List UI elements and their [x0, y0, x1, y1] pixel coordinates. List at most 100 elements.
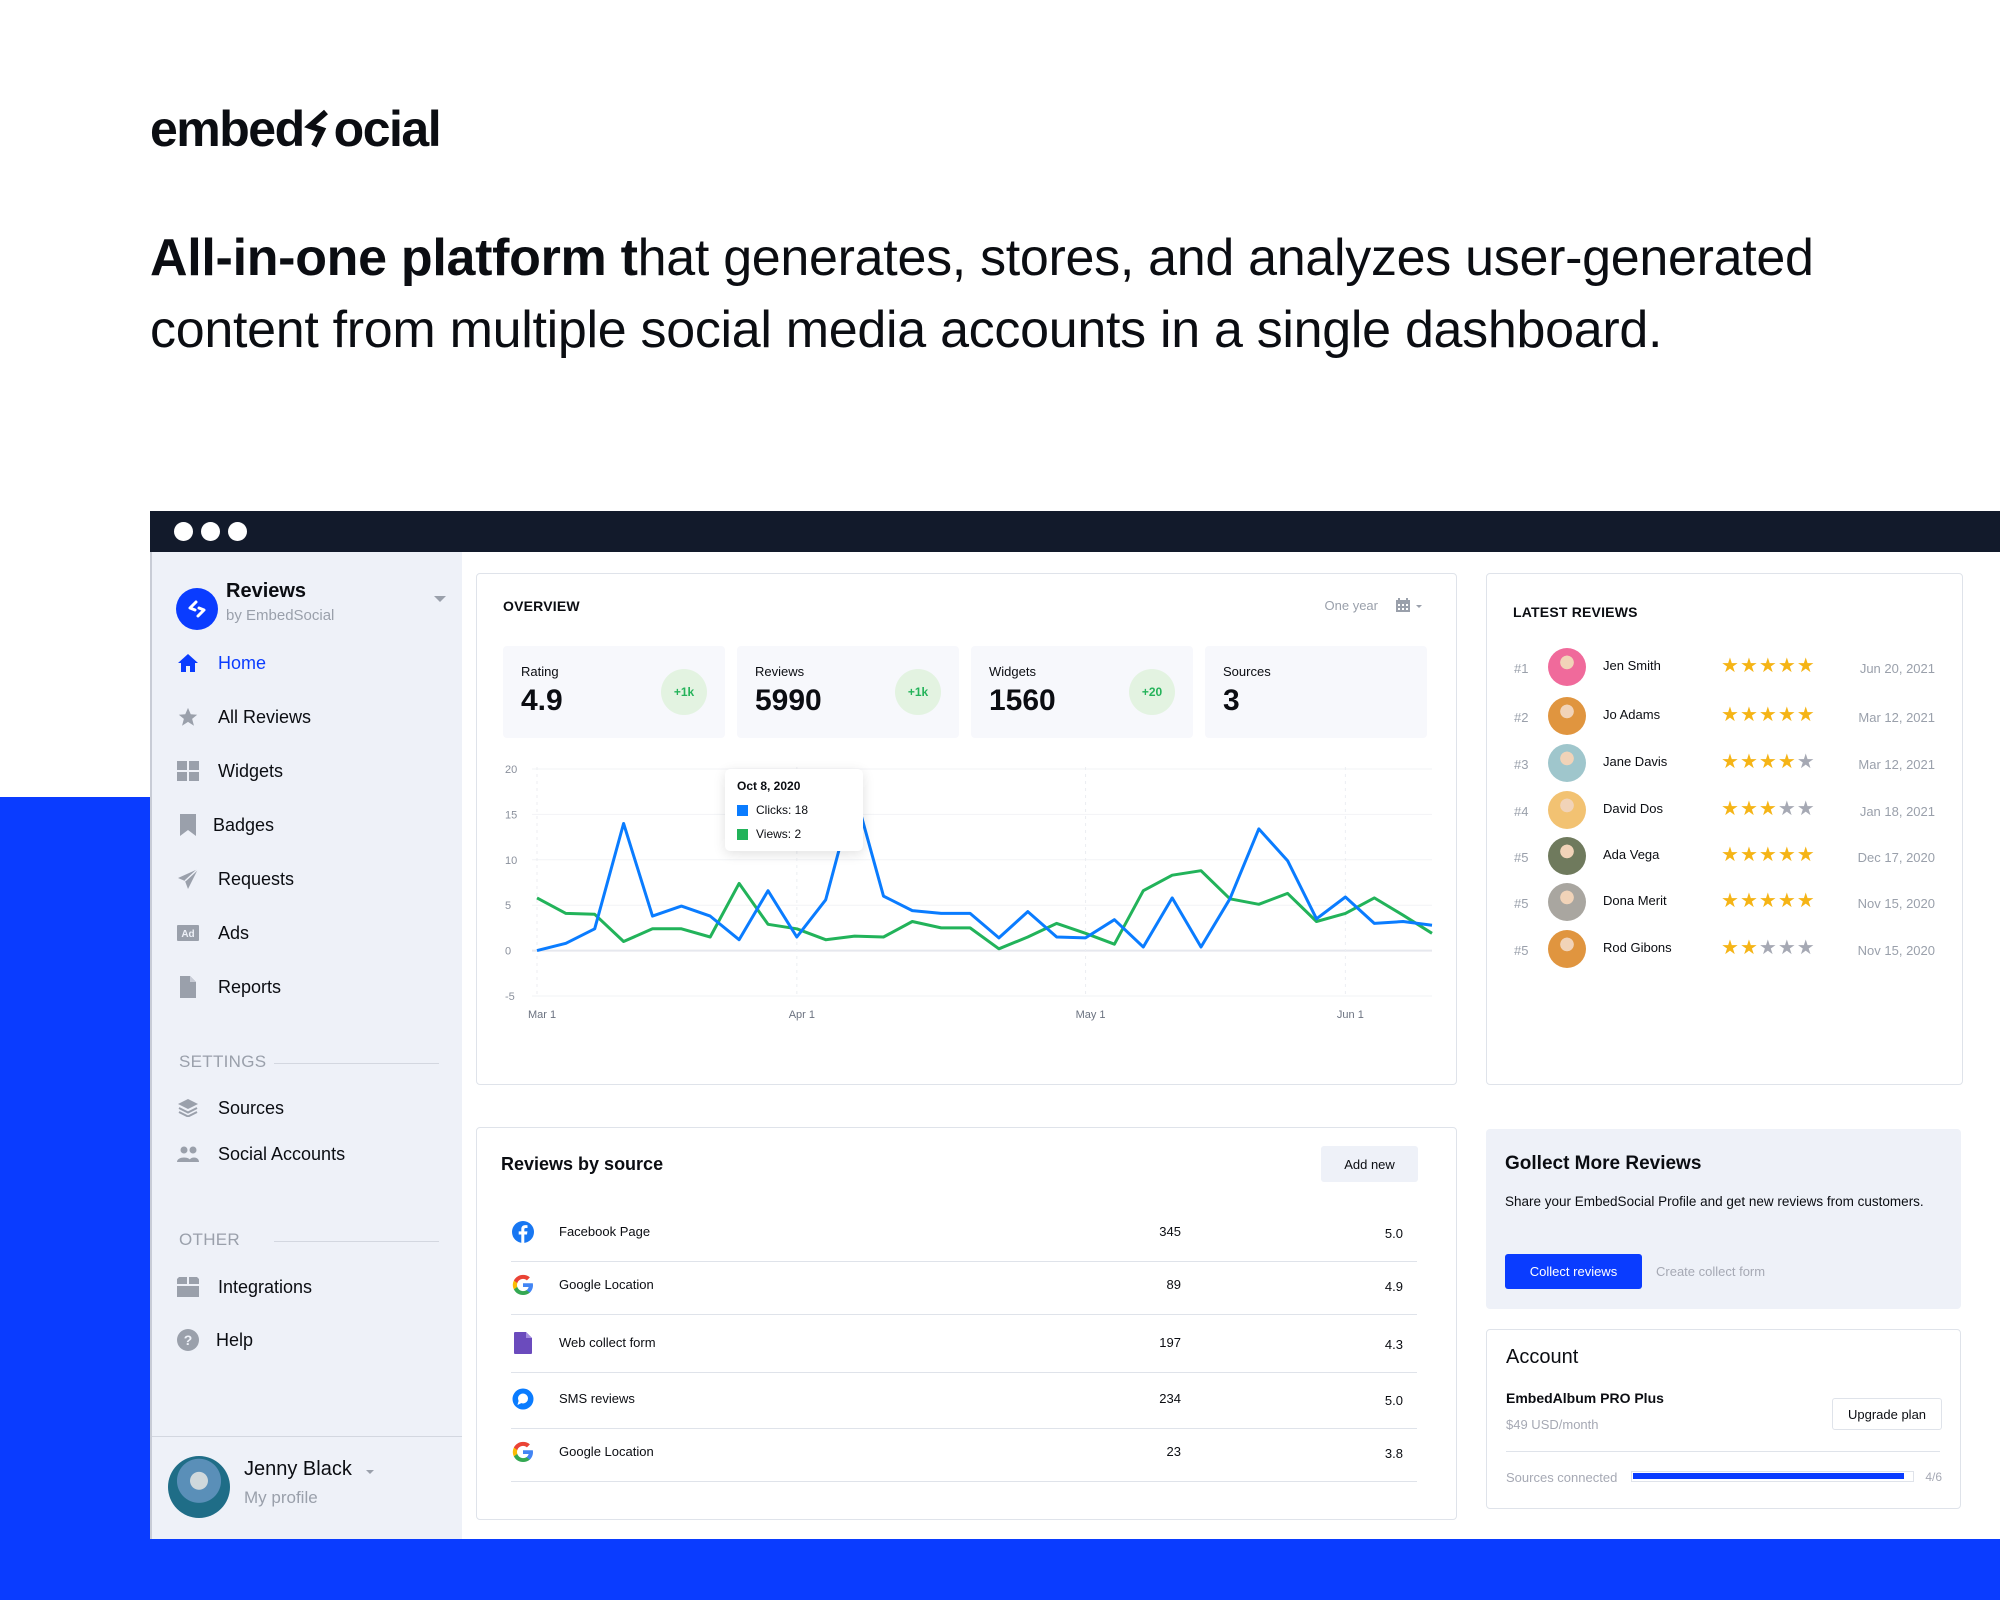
sidebar-item-badges[interactable]: Badges — [176, 810, 274, 840]
review-rank: #5 — [1514, 850, 1529, 865]
sidebar-item-ads[interactable]: Ad Ads — [176, 918, 249, 948]
calendar-icon[interactable] — [1396, 598, 1410, 617]
y-tick-label: 0 — [505, 946, 511, 958]
source-name: Google Location — [559, 1444, 654, 1459]
sidebar-item-sources[interactable]: Sources — [176, 1093, 284, 1123]
source-rating: 5.0 — [1384, 1226, 1403, 1241]
chevron-down-icon[interactable] — [366, 1470, 374, 1474]
review-date: Nov 15, 2020 — [1857, 896, 1935, 911]
file-icon — [176, 975, 200, 999]
source-review-count: 345 — [1159, 1224, 1181, 1239]
source-row[interactable]: Facebook Page 345 5.0 — [511, 1206, 1417, 1262]
review-rank: #4 — [1514, 804, 1529, 819]
review-date: Jun 20, 2021 — [1859, 661, 1935, 676]
chart-tooltip: Oct 8, 2020 Clicks: 18 Views: 2 — [725, 769, 863, 851]
star-filled-icon: ★ — [1739, 655, 1759, 677]
help-icon: ? — [176, 1328, 200, 1352]
star-rating: ★★★★★ — [1721, 750, 1816, 774]
stat-card-sources: Sources 3 — [1205, 646, 1427, 738]
review-rank: #2 — [1514, 710, 1529, 725]
sidebar-item-widgets[interactable]: Widgets — [176, 756, 283, 786]
star-rating: ★★★★★ — [1721, 703, 1816, 727]
review-row[interactable]: #5 Ada Vega ★★★★★ Dec 17, 2020 — [1487, 835, 1962, 879]
clicks-views-line-chart[interactable]: 20 15 10 5 0 -5 Mar 1 Apr 1 May 1 Jun 1 — [477, 754, 1455, 1054]
stat-value: 3 — [1223, 684, 1240, 717]
add-new-button[interactable]: Add new — [1321, 1146, 1418, 1182]
chevron-down-icon[interactable] — [1416, 605, 1422, 608]
sidebar-item-help[interactable]: ? Help — [176, 1325, 253, 1355]
reviewer-name: Dona Merit — [1603, 893, 1667, 908]
section-divider — [274, 1241, 439, 1242]
source-row[interactable]: Google Location 23 3.8 — [511, 1426, 1417, 1482]
avatar[interactable] — [168, 1456, 230, 1518]
review-row[interactable]: #4 David Dos ★★★★★ Jan 18, 2021 — [1487, 789, 1962, 833]
x-tick-label: Jun 1 — [1337, 1009, 1364, 1021]
review-row[interactable]: #5 Rod Gibons ★★★★★ Nov 15, 2020 — [1487, 928, 1962, 972]
x-tick-label: May 1 — [1076, 1009, 1106, 1021]
my-profile-link[interactable]: My profile — [244, 1488, 318, 1508]
star-filled-icon: ★ — [1739, 844, 1759, 866]
app-switcher[interactable]: Reviews by EmbedSocial — [176, 580, 446, 636]
svg-text:Ad: Ad — [181, 929, 194, 940]
sources-connected-value: 4/6 — [1925, 1470, 1942, 1484]
star-filled-icon: ★ — [1739, 704, 1759, 726]
star-empty-icon: ★ — [1777, 798, 1797, 820]
stat-value: 4.9 — [521, 684, 563, 717]
plan-price: $49 USD/month — [1506, 1417, 1599, 1432]
overview-title: OVERVIEW — [503, 598, 580, 614]
reviewer-avatar — [1548, 883, 1586, 921]
tooltip-clicks: Clicks: 18 — [756, 803, 809, 817]
stat-card-reviews: Reviews 5990 +1k — [737, 646, 959, 738]
app-title: Reviews — [226, 580, 307, 602]
stat-card-widgets: Widgets 1560 +20 — [971, 646, 1193, 738]
account-card: Account EmbedAlbum PRO Plus $49 USD/mont… — [1486, 1329, 1961, 1509]
stat-change-badge: +20 — [1129, 669, 1175, 715]
review-row[interactable]: #1 Jen Smith ★★★★★ Jun 20, 2021 — [1487, 646, 1962, 690]
section-divider — [274, 1063, 439, 1064]
logo-text-left: embed — [150, 101, 305, 157]
sidebar: Reviews by EmbedSocial Home All Reviews … — [150, 552, 462, 1539]
star-filled-icon: ★ — [1721, 937, 1740, 959]
review-rank: #1 — [1514, 661, 1529, 676]
sidebar-item-home[interactable]: Home — [176, 648, 266, 678]
review-row[interactable]: #5 Dona Merit ★★★★★ Nov 15, 2020 — [1487, 881, 1962, 925]
source-row[interactable]: Google Location 89 4.9 — [511, 1259, 1417, 1315]
star-filled-icon: ★ — [1739, 798, 1759, 820]
create-collect-form-link[interactable]: Create collect form — [1656, 1264, 1765, 1279]
upgrade-plan-button[interactable]: Upgrade plan — [1832, 1398, 1942, 1430]
window-titlebar — [150, 511, 2000, 552]
review-row[interactable]: #2 Jo Adams ★★★★★ Mar 12, 2021 — [1487, 695, 1962, 739]
star-filled-icon: ★ — [1796, 704, 1816, 726]
star-filled-icon: ★ — [1739, 890, 1759, 912]
tooltip-date: Oct 8, 2020 — [737, 779, 801, 793]
star-rating: ★★★★★ — [1721, 654, 1816, 678]
star-filled-icon: ★ — [1777, 655, 1797, 677]
source-row[interactable]: SMS reviews 234 5.0 — [511, 1373, 1417, 1429]
sidebar-item-all-reviews[interactable]: All Reviews — [176, 702, 311, 732]
sidebar-item-integrations[interactable]: Integrations — [176, 1272, 312, 1302]
sidebar-item-reports[interactable]: Reports — [176, 972, 281, 1002]
reviewer-name: David Dos — [1603, 801, 1663, 816]
window-dot-icon[interactable] — [228, 522, 247, 541]
source-row[interactable]: Web collect form 197 4.3 — [511, 1317, 1417, 1373]
y-tick-label: 10 — [505, 855, 517, 867]
date-range-select[interactable]: One year — [1325, 598, 1378, 613]
sidebar-item-social-accounts[interactable]: Social Accounts — [176, 1139, 345, 1169]
sidebar-item-label: Requests — [218, 868, 295, 889]
sidebar-item-label: All Reviews — [218, 706, 312, 727]
layers-icon — [176, 1096, 200, 1120]
sidebar-item-requests[interactable]: Requests — [176, 864, 294, 894]
stat-label: Sources — [1223, 664, 1271, 679]
collect-reviews-button[interactable]: Collect reviews — [1505, 1254, 1642, 1289]
profile-name[interactable]: Jenny Black — [244, 1458, 352, 1481]
sidebar-item-label: Ads — [218, 922, 250, 943]
logo-text-right: ocial — [333, 101, 442, 157]
star-empty-icon: ★ — [1796, 937, 1816, 959]
window-dot-icon[interactable] — [174, 522, 193, 541]
chevron-down-icon — [434, 596, 446, 602]
sources-progress-fill — [1633, 1473, 1904, 1479]
star-filled-icon: ★ — [1758, 704, 1778, 726]
review-row[interactable]: #3 Jane Davis ★★★★★ Mar 12, 2021 — [1487, 742, 1962, 786]
window-dot-icon[interactable] — [201, 522, 220, 541]
collect-description: Share your EmbedSocial Profile and get n… — [1505, 1194, 1924, 1209]
